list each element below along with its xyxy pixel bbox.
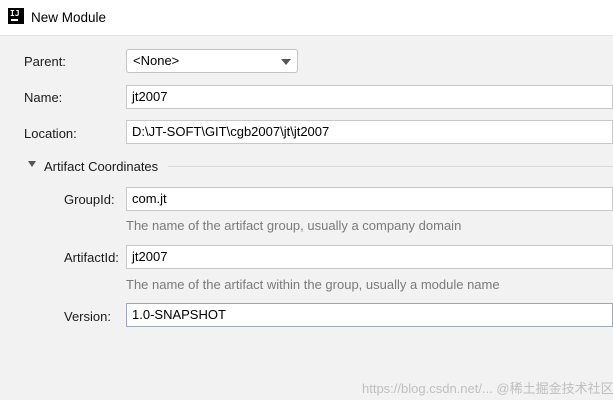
title-bar: IJ New Module [0, 0, 613, 36]
artifact-section-title[interactable]: Artifact Coordinates [44, 159, 158, 174]
parent-label: Parent: [24, 54, 66, 69]
chevron-down-icon[interactable] [281, 59, 291, 65]
location-field[interactable]: D:\JT-SOFT\GIT\cgb2007\jt\jt2007 [126, 120, 613, 144]
location-label: Location: [24, 126, 77, 141]
name-field[interactable]: jt2007 [126, 85, 613, 109]
section-divider [168, 166, 613, 167]
version-field[interactable]: 1.0-SNAPSHOT [126, 303, 613, 327]
parent-select[interactable]: <None> [126, 49, 298, 73]
app-icon-text: IJ [10, 9, 20, 18]
watermark: https://blog.csdn.net/... @稀土掘金技术社区 [362, 381, 613, 396]
name-label: Name: [24, 90, 63, 105]
collapse-triangle-icon[interactable] [28, 161, 36, 167]
intellij-idea-icon: IJ [8, 8, 24, 24]
groupid-hint: The name of the artifact group, usually … [126, 218, 462, 233]
parent-select-value: <None> [133, 53, 180, 68]
window-title: New Module [31, 10, 107, 25]
artifactid-label: ArtifactId: [64, 250, 119, 265]
version-label: Version: [64, 309, 111, 324]
groupid-field[interactable]: com.jt [126, 187, 613, 211]
artifactid-field[interactable]: jt2007 [126, 245, 613, 269]
groupid-label: GroupId: [64, 192, 115, 207]
artifactid-hint: The name of the artifact within the grou… [126, 277, 500, 292]
